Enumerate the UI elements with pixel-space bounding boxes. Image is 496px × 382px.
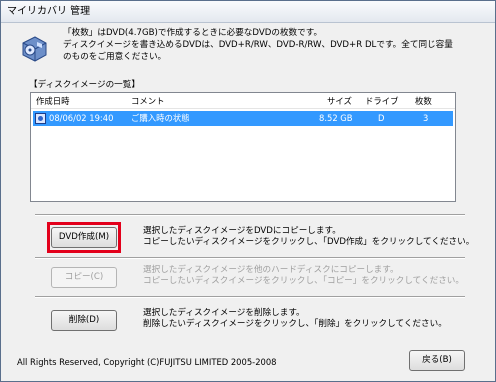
intro-line: のものをご用意ください。 <box>63 52 167 62</box>
divider <box>35 257 465 259</box>
description-line: コピーしたいディスクイメージをクリックし、「コピー」をクリックしてください。 <box>143 276 464 286</box>
window-title: マイリカバリ 管理 <box>7 6 91 17</box>
column-header-count[interactable]: 枚数 <box>415 93 432 109</box>
disk-image-icon <box>35 113 46 124</box>
back-button[interactable]: 戻る(B) <box>409 350 465 371</box>
description-line: 削除したいディスクイメージをクリックし、「削除」をクリックしてください。 <box>143 319 447 329</box>
title-bar: マイリカバリ 管理 <box>1 1 495 23</box>
copy-description: 選択したディスクイメージを他のハードディスクにコピーします。 コピーしたいディス… <box>143 265 464 287</box>
disk-image-list-label: 【ディスクイメージの一覧】 <box>29 80 140 90</box>
description-line: 選択したディスクイメージをDVDにコピーします。 <box>143 226 341 236</box>
column-header-comment[interactable]: コメント <box>131 93 165 109</box>
copyright-text: All Rights Reserved, Copyright (C)FUJITS… <box>17 357 277 367</box>
intro-line: 「枚数」はDVD(4.7GB)で作成するときに必要なDVDの枚数です。 <box>63 28 323 38</box>
divider <box>35 296 465 298</box>
copy-button[interactable]: コピー(C) <box>51 267 117 288</box>
intro-line: ディスクイメージを書き込めるDVDは、DVD+R/RW、DVD-R/RW、DVD… <box>63 40 453 50</box>
delete-button[interactable]: 削除(D) <box>51 310 117 331</box>
description-line: 選択したディスクイメージを他のハードディスクにコピーします。 <box>143 265 399 275</box>
disk-image-list[interactable]: 作成日時 コメント サイズ ドライブ 枚数 08/06/02 19:40 ご購入… <box>30 92 456 202</box>
column-header-drive[interactable]: ドライブ <box>365 93 399 109</box>
recovery-disc-icon <box>22 36 47 62</box>
list-item[interactable]: 08/06/02 19:40 ご購入時の状態 8.52 GB D 3 <box>33 111 453 126</box>
row-drive: D <box>378 113 385 123</box>
row-comment: ご購入時の状態 <box>131 113 190 123</box>
row-date: 08/06/02 19:40 <box>49 113 114 123</box>
dvd-create-description: 選択したディスクイメージをDVDにコピーします。 コピーしたいディスクイメージを… <box>143 226 474 248</box>
list-header: 作成日時 コメント サイズ ドライブ 枚数 <box>31 93 455 109</box>
row-count: 3 <box>423 113 429 123</box>
row-size: 8.52 GB <box>319 113 353 123</box>
delete-description: 選択したディスクイメージを削除します。 削除したいディスクイメージをクリックし、… <box>143 308 447 330</box>
intro-text: 「枚数」はDVD(4.7GB)で作成するときに必要なDVDの枚数です。 ディスク… <box>63 27 483 63</box>
divider <box>35 214 465 216</box>
dialog-window: マイリカバリ 管理 「枚数」はDVD(4.7GB)で作成するときに必要なDVDの… <box>0 0 496 382</box>
description-line: コピーしたいディスクイメージをクリックし、「DVD作成」をクリックしてください。 <box>143 237 475 247</box>
dvd-create-button[interactable]: DVD作成(M) <box>51 227 117 248</box>
description-line: 選択したディスクイメージを削除します。 <box>143 308 305 318</box>
column-header-date[interactable]: 作成日時 <box>36 93 70 109</box>
column-header-size[interactable]: サイズ <box>327 93 352 109</box>
